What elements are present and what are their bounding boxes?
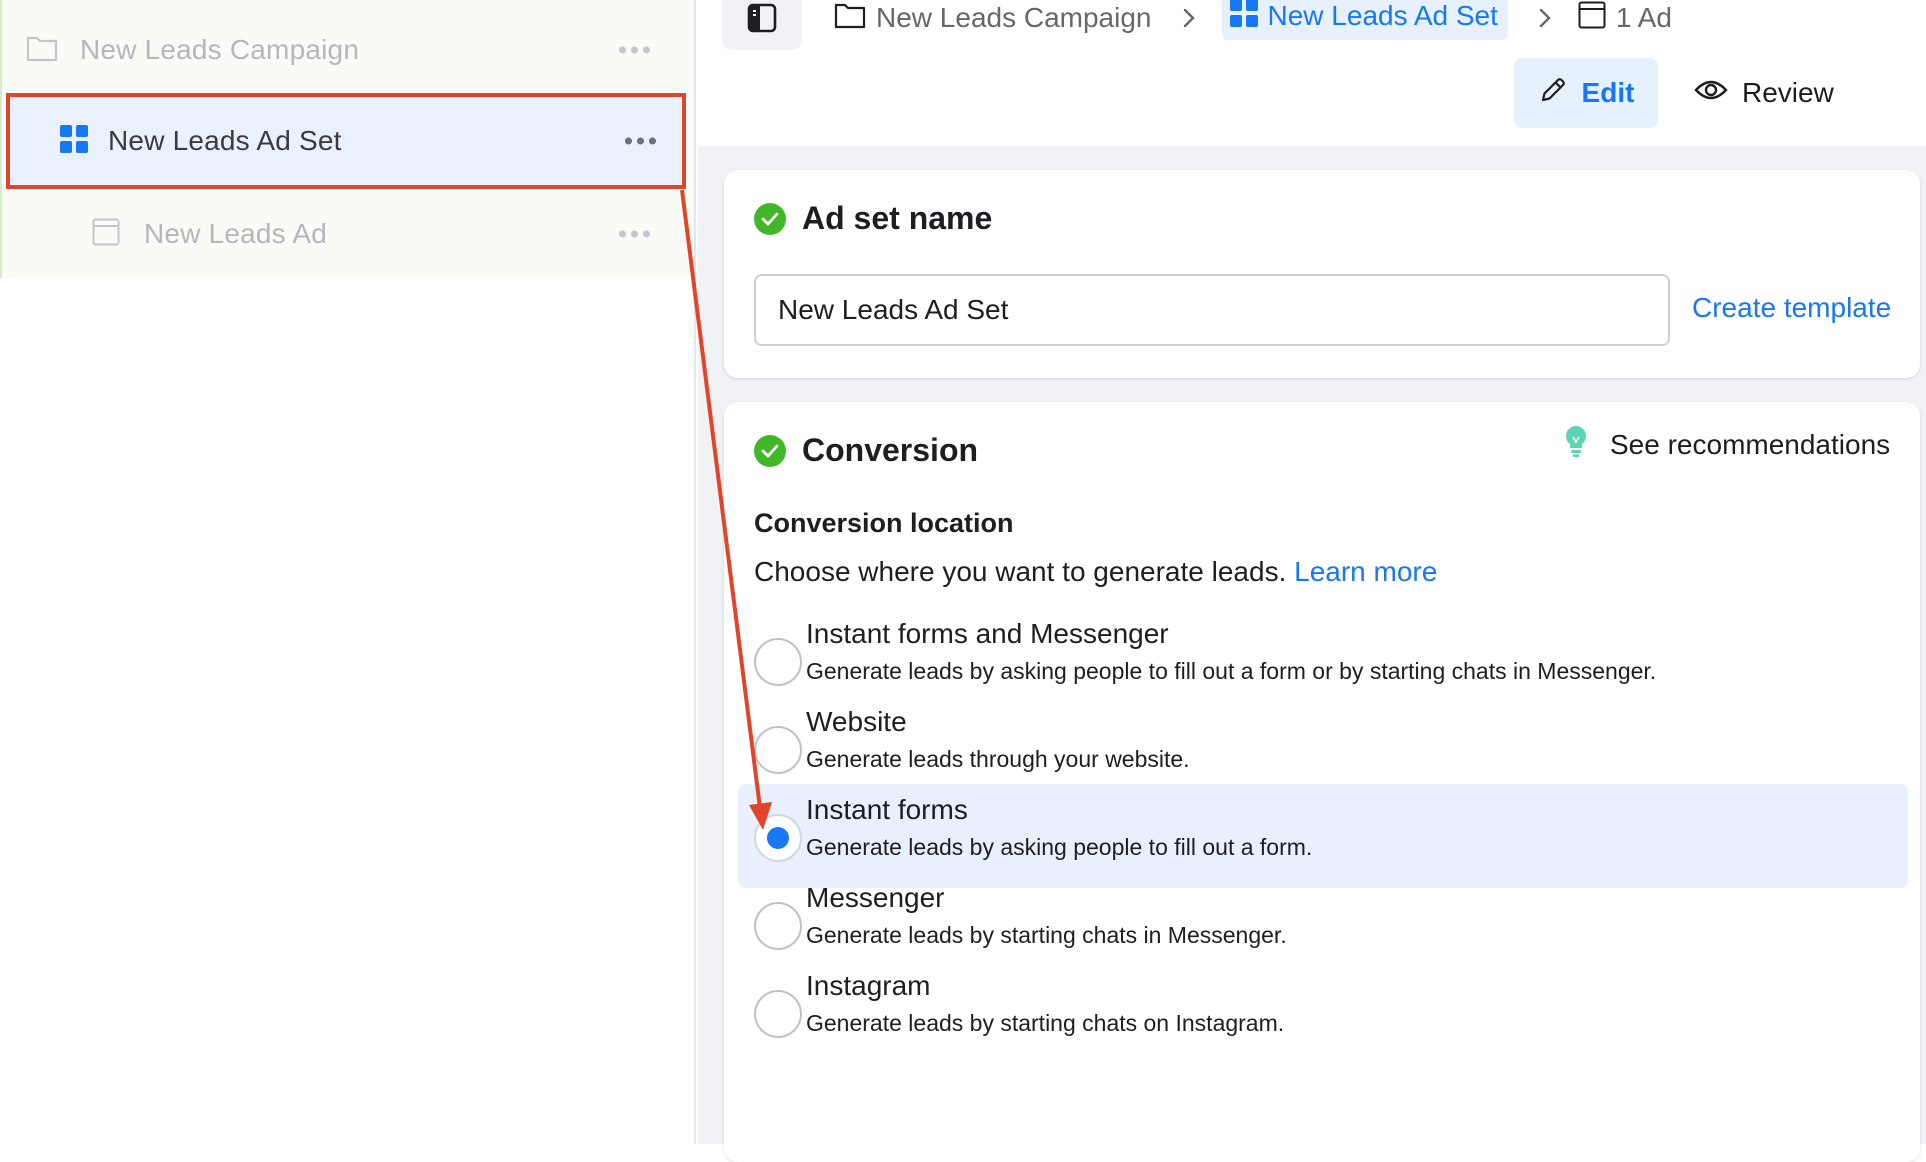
learn-more-link[interactable]: Learn more — [1294, 556, 1437, 587]
conversion-description-text: Choose where you want to generate leads. — [754, 556, 1287, 587]
conversion-location-label: Conversion location — [754, 508, 1014, 538]
review-button[interactable]: Review — [1694, 58, 1854, 128]
breadcrumb: New Leads Campaign New Leads Ad Set 1 Ad — [834, 0, 1672, 42]
grid-icon — [1229, 0, 1258, 34]
see-recommendations-button[interactable]: See recommendations — [1564, 424, 1890, 465]
tree-item-ad[interactable]: New Leads Ad — [0, 188, 694, 280]
adset-name-card: Ad set name Create template — [724, 170, 1920, 378]
breadcrumb-adset-label: New Leads Ad Set — [1267, 0, 1498, 31]
option-title: Instagram — [806, 970, 931, 1001]
adset-name-input[interactable] — [754, 274, 1670, 346]
card-title: Ad set name — [802, 200, 993, 236]
adset-name-header: Ad set name — [754, 200, 992, 237]
grid-icon — [60, 124, 88, 158]
breadcrumb-campaign[interactable]: New Leads Campaign — [834, 1, 1152, 36]
option-title: Messenger — [806, 882, 945, 913]
tree-item-label: New Leads Ad — [144, 218, 327, 249]
panel-toggle-button[interactable] — [722, 0, 802, 50]
option-description: Generate leads by asking people to fill … — [806, 658, 1657, 684]
breadcrumb-campaign-label: New Leads Campaign — [876, 2, 1152, 33]
check-circle-icon — [754, 202, 786, 235]
review-label: Review — [1742, 77, 1834, 108]
create-template-link[interactable]: Create template — [1692, 292, 1891, 324]
ad-frame-icon — [92, 218, 120, 251]
editor-area: New Leads Campaign New Leads Ad Set 1 Ad… — [698, 0, 1926, 1162]
option-description: Generate leads by starting chats on Inst… — [806, 1010, 1285, 1036]
tree-item-label: New Leads Campaign — [80, 34, 360, 65]
more-options-icon[interactable] — [625, 137, 656, 145]
eye-icon — [1694, 77, 1728, 109]
edit-button[interactable]: Edit — [1514, 58, 1658, 128]
check-circle-icon — [754, 434, 786, 467]
more-options-icon[interactable] — [619, 46, 650, 54]
radio-button[interactable] — [754, 902, 802, 950]
radio-button[interactable] — [754, 638, 802, 686]
sidebar-toggle-icon — [747, 3, 777, 38]
option-title: Instant forms — [806, 794, 968, 825]
option-instagram[interactable]: Instagram Generate leads by starting cha… — [738, 960, 1908, 1064]
lightbulb-icon — [1564, 424, 1588, 465]
chevron-right-icon — [1182, 7, 1196, 29]
breadcrumb-ad-label: 1 Ad — [1615, 2, 1672, 33]
ad-frame-icon — [1578, 1, 1606, 36]
breadcrumb-adset[interactable]: New Leads Ad Set — [1221, 0, 1508, 40]
card-title: Conversion — [802, 432, 979, 468]
option-description: Generate leads through your website. — [806, 746, 1190, 772]
radio-button[interactable] — [754, 990, 802, 1038]
radio-button-selected[interactable] — [754, 814, 802, 862]
tree-item-label: New Leads Ad Set — [108, 125, 342, 156]
breadcrumb-ad[interactable]: 1 Ad — [1578, 1, 1672, 36]
more-options-icon[interactable] — [619, 230, 650, 238]
option-description: Generate leads by starting chats in Mess… — [806, 922, 1287, 948]
radio-button[interactable] — [754, 726, 802, 774]
top-bar: New Leads Campaign New Leads Ad Set 1 Ad… — [698, 0, 1926, 146]
edit-label: Edit — [1581, 77, 1635, 108]
conversion-card: Conversion See recommendations Conversio… — [724, 402, 1920, 1162]
campaign-tree-panel: New Leads Campaign New Leads Ad Set New … — [0, 0, 696, 1144]
tree-item-adset[interactable]: New Leads Ad Set — [6, 93, 686, 189]
conversion-description: Choose where you want to generate leads.… — [754, 556, 1437, 588]
see-recommendations-label: See recommendations — [1610, 428, 1891, 460]
chevron-right-icon — [1538, 7, 1552, 29]
tree-item-campaign[interactable]: New Leads Campaign — [0, 4, 694, 96]
folder-icon — [26, 34, 58, 67]
option-description: Generate leads by asking people to fill … — [806, 834, 1313, 860]
option-title: Website — [806, 706, 907, 737]
pencil-icon — [1538, 75, 1568, 112]
folder-icon — [834, 1, 866, 36]
option-title: Instant forms and Messenger — [806, 618, 1169, 649]
conversion-header: Conversion — [754, 432, 978, 469]
